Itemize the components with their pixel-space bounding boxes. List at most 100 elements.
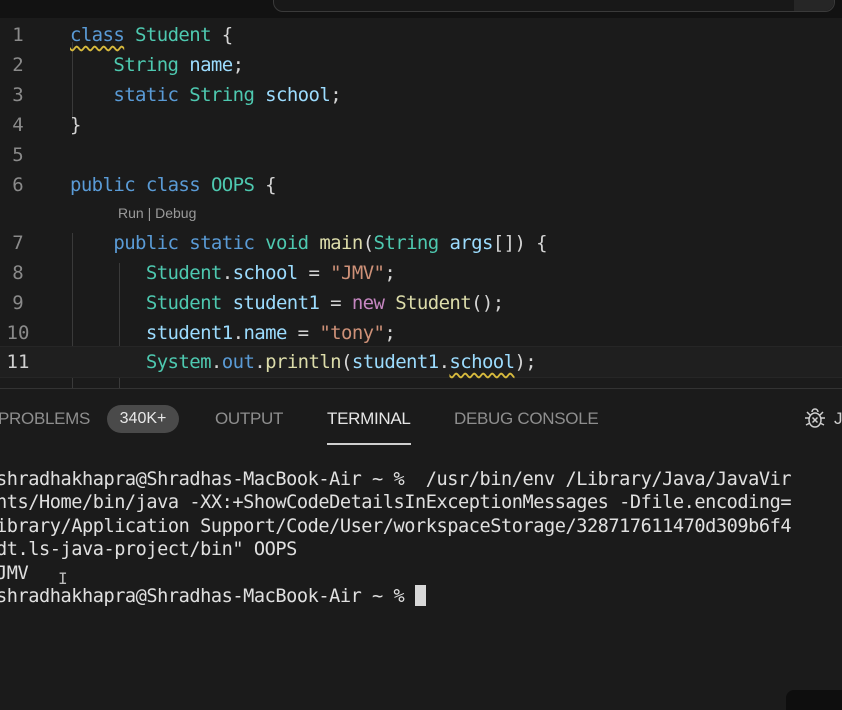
terminal-line: nts/Home/bin/java -XX:+ShowCodeDetailsIn… (0, 492, 792, 514)
code-token: = (297, 262, 331, 284)
code-token: student1 (232, 292, 320, 314)
code-line[interactable]: 1 class Student { (0, 20, 842, 50)
line-number: 9 (12, 292, 24, 314)
code-token: . (254, 351, 266, 373)
code-token: args (449, 232, 493, 254)
code-token: name (243, 322, 287, 344)
code-token: println (265, 351, 342, 373)
code-token: { (254, 174, 276, 196)
debug-bug-icon[interactable] (803, 406, 827, 430)
code-token: { (210, 24, 233, 46)
code-token: String (113, 54, 179, 76)
code-token: . (221, 262, 233, 284)
code-token: "JMV" (330, 262, 385, 284)
code-text: static String school; (70, 80, 341, 110)
code-editor[interactable]: Run | Debug 1 class Student {2 String nam… (0, 18, 842, 388)
code-token: class (145, 174, 201, 196)
code-token: school (265, 84, 331, 106)
code-text: public static void main(String args[]) { (70, 228, 547, 258)
code-token: ; (384, 322, 396, 344)
code-token: static (189, 232, 255, 254)
code-token: main (319, 232, 363, 254)
code-token: OOPS (210, 174, 255, 196)
code-token: ; (384, 262, 396, 284)
code-token: []) { (492, 232, 548, 254)
line-number: 3 (12, 84, 24, 106)
line-number: 4 (12, 114, 24, 136)
code-line[interactable]: 11 System.out.println(student1.school); (0, 346, 842, 378)
code-text: } (70, 110, 81, 140)
line-number: 2 (12, 54, 24, 76)
code-line[interactable]: 2 String name; (0, 50, 842, 80)
tab-terminal[interactable]: TERMINAL (327, 409, 411, 445)
panel-tabs: PROBLEMS 340K+ OUTPUT TERMINAL DEBUG CON… (0, 389, 842, 447)
code-token: String (373, 232, 440, 254)
code-line[interactable]: 6 public class OOPS { (0, 170, 842, 200)
command-center-button[interactable] (794, 0, 834, 11)
code-token: System (145, 351, 212, 373)
code-token: Student (145, 262, 222, 284)
code-line[interactable]: 4} (0, 110, 842, 140)
line-number: 10 (6, 322, 30, 344)
code-token: school (449, 351, 515, 373)
code-token: ; (232, 54, 244, 76)
code-text: public class OOPS { (70, 170, 277, 200)
code-token: "tony" (319, 322, 385, 344)
command-center-search[interactable] (273, 0, 835, 12)
code-token: Student (395, 292, 472, 314)
line-number: 6 (12, 174, 24, 196)
code-line[interactable]: 10 student1.name = "tony"; (0, 318, 842, 348)
bottom-panel: PROBLEMS 340K+ OUTPUT TERMINAL DEBUG CON… (0, 388, 842, 710)
code-line[interactable]: 7 public static void main(String args[])… (0, 228, 842, 258)
code-token: student1 (145, 322, 233, 344)
code-token: . (232, 322, 244, 344)
code-text: Student student1 = new Student(); (70, 288, 504, 318)
code-token: ( (341, 351, 352, 373)
code-line[interactable]: 9 Student student1 = new Student(); (0, 288, 842, 318)
codelens-run-debug[interactable]: Run | Debug (118, 205, 196, 221)
code-token: public (70, 174, 136, 196)
line-number: 7 (12, 232, 24, 254)
code-token: school (232, 262, 299, 284)
terminal-prompt-line[interactable]: shradhakhapra@Shradhas-MacBook-Air ~ % (0, 585, 791, 608)
problems-count-badge: 340K+ (107, 405, 179, 433)
code-line[interactable]: 3 static String school; (0, 80, 842, 110)
code-token: ( (362, 232, 374, 254)
tab-problems[interactable]: PROBLEMS (0, 409, 90, 429)
code-line[interactable]: 8 Student.school = "JMV"; (0, 258, 842, 288)
code-text: student1.name = "tony"; (70, 318, 396, 348)
code-text: Student.school = "JMV"; (70, 258, 396, 288)
code-token: = (319, 292, 352, 314)
code-token: Student (145, 292, 222, 314)
code-token: ); (514, 351, 537, 373)
code-token: Student (135, 24, 211, 46)
tab-debug-console[interactable]: DEBUG CONSOLE (454, 409, 599, 429)
title-bar (0, 0, 842, 18)
code-text: class Student { (70, 20, 233, 50)
code-token: . (210, 351, 222, 373)
line-number: 5 (12, 144, 24, 166)
text-cursor-ibeam-icon: I (58, 569, 68, 588)
line-number: 8 (12, 262, 24, 284)
code-line[interactable]: 5 (0, 140, 842, 170)
tab-output[interactable]: OUTPUT (215, 409, 283, 429)
tab-partial-label[interactable]: J (834, 409, 842, 429)
code-token: ; (330, 84, 342, 106)
terminal-output[interactable]: shradhakhapra@Shradhas-MacBook-Air ~ % /… (0, 468, 792, 608)
terminal-prompt: shradhakhapra@Shradhas-MacBook-Air ~ % (0, 586, 416, 608)
code-token: public (113, 232, 179, 254)
